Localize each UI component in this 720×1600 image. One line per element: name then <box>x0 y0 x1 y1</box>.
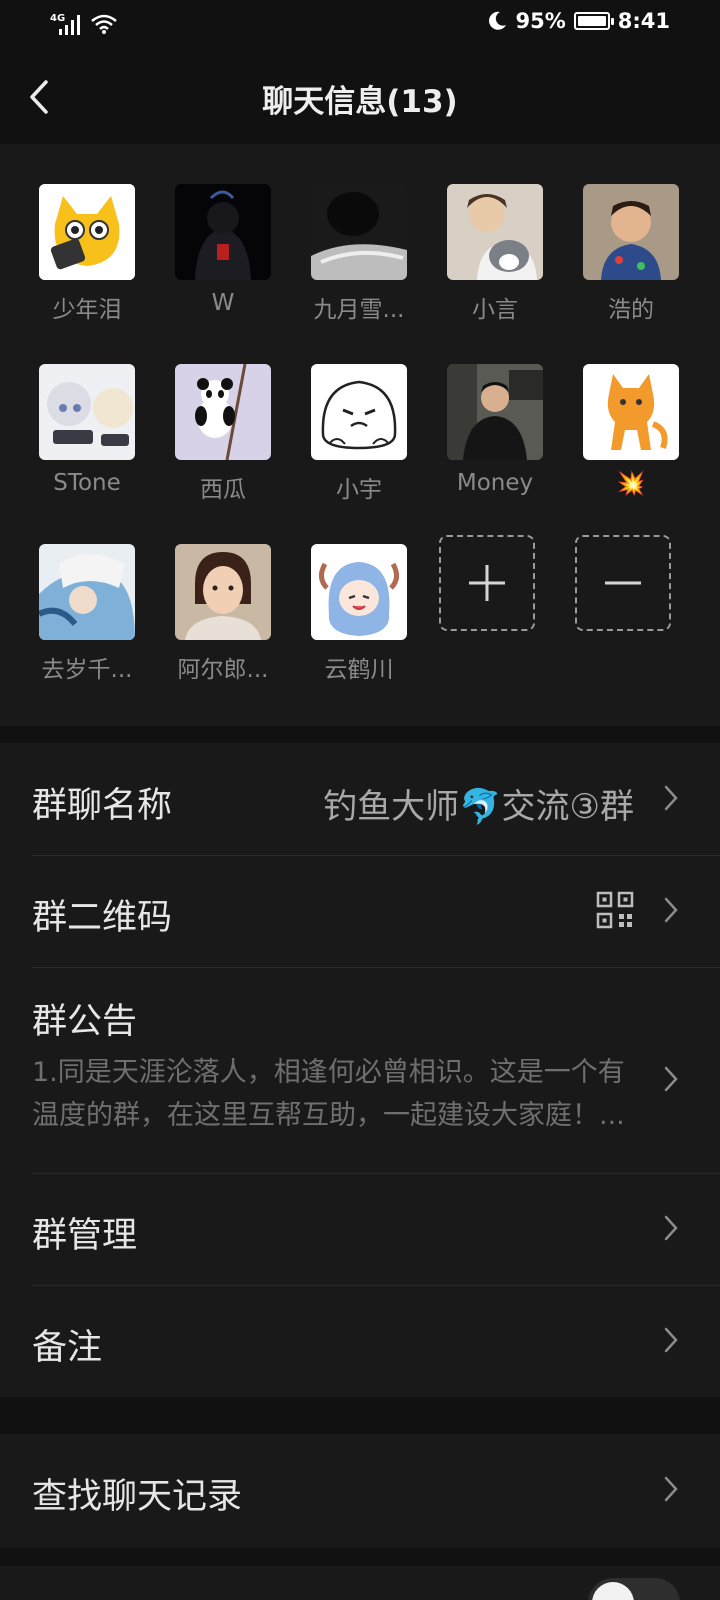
group-manage-label: 群管理 <box>32 1216 138 1256</box>
avatar <box>175 364 271 460</box>
avatar <box>447 364 543 460</box>
group-next <box>0 1566 720 1600</box>
group-name-value: 钓鱼大师🐬交流③群 <box>323 787 634 827</box>
member-name: 浩的 <box>608 297 654 323</box>
member-item[interactable]: 小言 <box>420 184 552 344</box>
remark-label: 备注 <box>32 1328 103 1368</box>
member-name: 西瓜 <box>200 477 246 503</box>
status-bar: 4G 95% 8:41 <box>0 0 720 50</box>
avatar <box>583 184 679 280</box>
avatar <box>39 544 135 640</box>
member-item[interactable]: 阿尔郎... <box>148 544 280 704</box>
member-item[interactable]: 西瓜 <box>148 364 280 524</box>
minus-icon <box>605 581 641 585</box>
member-item[interactable]: 九月雪... <box>284 184 416 344</box>
group-name-row[interactable]: 群聊名称 钓鱼大师🐬交流③群 <box>0 743 720 855</box>
add-member-button[interactable] <box>439 535 535 631</box>
member-item[interactable]: 去岁千... <box>12 544 144 704</box>
member-name: 少年泪 <box>52 297 122 323</box>
avatar <box>311 364 407 460</box>
group-qr-label: 群二维码 <box>32 898 173 938</box>
avatar <box>39 184 135 280</box>
chevron-right-icon <box>664 897 678 923</box>
chevron-right-icon <box>664 1215 678 1241</box>
member-item[interactable]: 💥 <box>556 364 688 524</box>
group-manage-row[interactable]: 群管理 <box>0 1173 720 1285</box>
search-history-row[interactable]: 查找聊天记录 <box>0 1434 720 1546</box>
member-name: Money <box>456 470 534 496</box>
member-grid: 少年泪 W 九月雪... 小言 浩的 STone 西瓜 小宇 Money 💥 去… <box>0 144 720 726</box>
remark-row[interactable]: 备注 <box>0 1285 720 1397</box>
nav-bar: 聊天信息(13) <box>0 50 720 144</box>
member-item[interactable]: 小宇 <box>284 364 416 524</box>
group-notice-row[interactable]: 群公告 1.同是天涯沦落人，相逢何必曾相识。这是一个有温度的群，在这里互帮互助，… <box>0 967 720 1173</box>
chevron-right-icon <box>664 785 678 811</box>
group-history: 查找聊天记录 <box>0 1434 720 1548</box>
group-notice-text: 1.同是天涯沦落人，相逢何必曾相识。这是一个有温度的群，在这里互帮互助，一起建设… <box>32 1057 625 1131</box>
toggle-switch[interactable] <box>588 1578 680 1600</box>
member-item[interactable]: Money <box>420 364 552 524</box>
page-title: 聊天信息(13) <box>262 84 458 120</box>
plus-icon <box>469 565 505 601</box>
member-name: W <box>211 290 235 316</box>
member-name: 去岁千... <box>41 657 133 683</box>
avatar <box>175 184 271 280</box>
member-name: 九月雪... <box>313 297 405 323</box>
signal-indicators: 4G <box>50 12 119 36</box>
chevron-right-icon <box>664 1476 678 1502</box>
chevron-right-icon <box>664 1327 678 1353</box>
network-type: 4G <box>50 13 66 24</box>
member-name: 云鹤川 <box>324 657 394 683</box>
chevron-right-icon <box>664 1066 678 1092</box>
member-name: 阿尔郎... <box>177 657 269 683</box>
avatar <box>311 184 407 280</box>
group-name-label: 群聊名称 <box>32 786 173 826</box>
member-item[interactable]: W <box>148 184 280 344</box>
remove-member-button[interactable] <box>575 535 671 631</box>
battery-icon <box>573 12 614 30</box>
avatar <box>447 184 543 280</box>
avatar <box>175 544 271 640</box>
member-name: 💥 <box>616 471 646 497</box>
member-name: 小言 <box>472 297 518 323</box>
member-item[interactable]: 少年泪 <box>12 184 144 344</box>
group-notice-label: 群公告 <box>32 1002 138 1042</box>
search-history-label: 查找聊天记录 <box>32 1477 243 1517</box>
member-name: 小宇 <box>336 477 382 503</box>
status-right: 95% 8:41 <box>486 9 670 33</box>
avatar <box>311 544 407 640</box>
avatar <box>39 364 135 460</box>
battery-percent: 95% <box>515 9 566 33</box>
wifi-icon <box>91 14 117 34</box>
moon-icon <box>488 11 506 30</box>
member-name: STone <box>53 470 121 496</box>
clock: 8:41 <box>617 9 670 33</box>
member-item[interactable]: 浩的 <box>556 184 688 344</box>
avatar <box>583 364 679 460</box>
group-settings: 群聊名称 钓鱼大师🐬交流③群 群二维码 群公告 1.同是天涯沦落人，相逢何必曾相… <box>0 743 720 1397</box>
member-item[interactable]: 云鹤川 <box>284 544 416 704</box>
member-item[interactable]: STone <box>12 364 144 524</box>
group-qr-row[interactable]: 群二维码 <box>0 855 720 967</box>
qr-code-icon <box>596 891 634 929</box>
